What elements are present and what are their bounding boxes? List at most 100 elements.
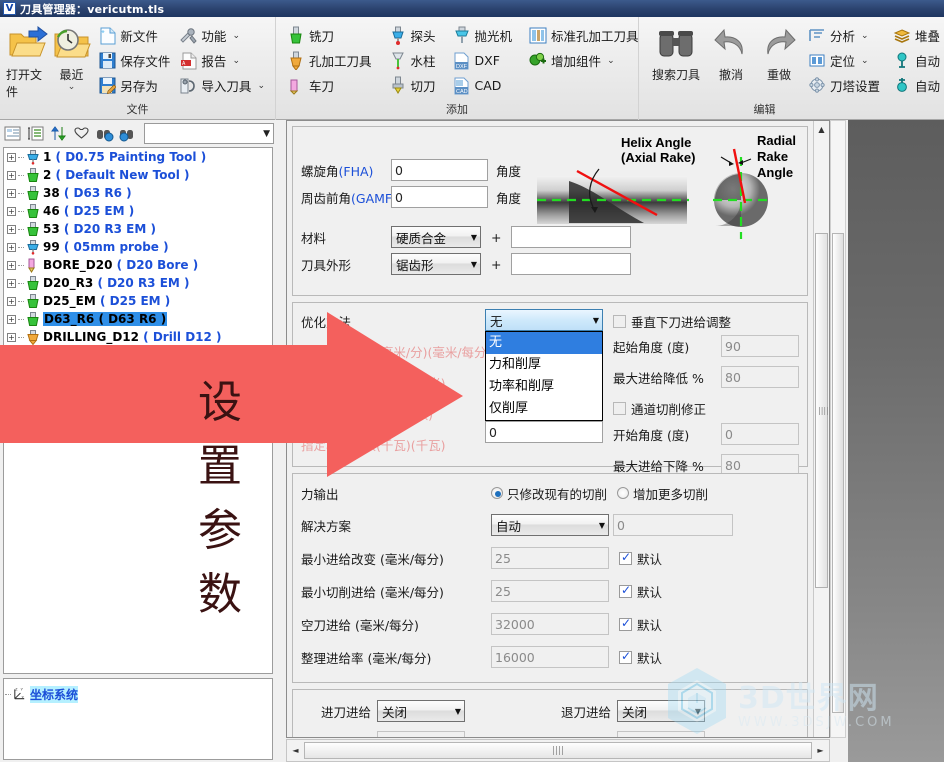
chevron-down-icon[interactable]: ▼ [263,129,270,139]
detail-view-icon[interactable] [25,123,46,144]
radio-modify-existing-row[interactable]: 只修改现有的切削 [491,484,607,503]
tree-item-bore-d20[interactable]: + BORE_D20 ( D20 Bore ) [4,256,272,274]
output-row-default-row[interactable]: 默认 [619,615,662,634]
output-row-input[interactable] [491,580,609,602]
auto-1-button[interactable]: 自动 [888,48,944,73]
open-file-button[interactable]: 打开文件 [6,21,50,101]
chevron-down-icon[interactable]: ▼ [593,316,599,325]
entry-feed-combo[interactable]: 关闭 ▼ [377,700,465,722]
chevron-down-icon[interactable]: ▼ [471,233,477,242]
exit-feed-combo[interactable]: 关闭 ▼ [617,700,705,722]
scroll-up-arrow[interactable]: ▲ [814,121,829,137]
save-as-button[interactable]: 另存为 [93,73,174,98]
radio-modify-existing[interactable] [491,487,503,499]
add-cad-button[interactable]: CAD CAD [448,73,517,98]
tree-expander[interactable]: + [7,188,16,198]
power-limit-input[interactable] [485,421,603,443]
tree-item-53[interactable]: +53 ( D20 R3 EM ) [4,220,272,238]
sort-updown-icon[interactable] [48,123,69,144]
radio-add-more-row[interactable]: 增加更多切削 [617,484,708,503]
add-component-button[interactable]: 增加组件 ⌄ [524,48,643,73]
coordinate-system-panel[interactable]: Z Y X 坐标系统 [3,678,273,760]
channel-cut-correct-checkbox-row[interactable]: 通道切削修正 [613,395,799,421]
add-hole-tool-button[interactable]: 孔加工刀具 [282,48,376,73]
start-angle-input[interactable] [721,335,799,357]
output-row-input[interactable] [491,547,609,569]
chevron-down-icon[interactable]: ▼ [599,521,605,530]
list-view-icon[interactable] [2,123,23,144]
find-next-icon[interactable] [94,123,115,144]
exit-safe-distance-input[interactable] [617,731,705,737]
panel-vertical-scrollbar[interactable] [830,120,846,738]
report-button[interactable]: A 报告 ⌄ [174,48,269,73]
chevron-down-icon[interactable]: ⌄ [861,31,869,41]
add-probe-button[interactable]: 探头 [384,23,440,48]
optimization-method-option-0[interactable]: 无 [486,332,602,354]
horizontal-scroll-track[interactable]: |||| [304,742,812,759]
functions-button[interactable]: 功能 ⌄ [174,23,269,48]
helix-angle-input[interactable] [391,159,488,181]
panel-horizontal-scrollbar[interactable]: ◄ |||| ► [286,739,830,762]
tree-expander[interactable]: + [7,296,16,306]
output-row-default-checkbox[interactable] [619,616,632,631]
output-row-default-row[interactable]: 默认 [619,648,662,667]
optimization-method-dropdown[interactable]: 无力和削厚 功率和削厚 仅削厚 [485,331,603,421]
tree-item-drilling-d5[interactable]: + DRILLING_D5 ( D5 Drill ) [4,364,272,382]
optimization-method-option-2[interactable]: 功率和削厚 [486,376,602,398]
tree-item-d25-em[interactable]: + D25_EM ( D25 EM ) [4,292,272,310]
plunge-feed-adjust-checkbox-row[interactable]: 垂直下刀进给调整 [613,309,799,333]
recent-button[interactable]: 最近 ⌄ [50,21,94,101]
form-vertical-scrollbar[interactable]: ▲ |||| [813,121,829,737]
tree-item-38[interactable]: +38 ( D63 R6 ) [4,184,272,202]
scroll-left-arrow[interactable]: ◄ [287,746,304,755]
add-standard-hole-tool-button[interactable]: 标准孔加工刀具 [524,23,643,48]
save-file-button[interactable]: 保存文件 [93,48,174,73]
new-file-button[interactable]: 新文件 [93,23,174,48]
output-row-default-checkbox[interactable] [619,583,632,598]
output-row-default-checkbox[interactable] [619,649,632,664]
analyze-button[interactable]: 分析 ⌄ [803,23,884,48]
tool-shape-extra-input[interactable] [511,253,632,275]
tree-filter-combo[interactable]: ▼ [144,123,274,144]
tree-expander[interactable]: + [7,368,16,378]
channel-cut-correct-checkbox[interactable] [613,401,626,415]
add-waterjet-button[interactable]: 水柱 [384,48,440,73]
chevron-down-icon[interactable]: ⌄ [232,31,240,41]
turret-settings-button[interactable]: 刀塔设置 [803,73,884,98]
find-tool-icon[interactable] [117,123,138,144]
panel-splitter[interactable] [276,120,286,762]
coordinate-system-row[interactable]: Z Y X 坐标系统 [4,685,272,703]
chevron-down-icon[interactable]: ⌄ [861,56,869,66]
chevron-down-icon[interactable]: ▼ [455,707,461,716]
chevron-down-icon[interactable]: ⌄ [68,83,76,92]
tree-item-46[interactable]: +46 ( D25 EM ) [4,202,272,220]
output-row-input[interactable] [491,613,609,635]
optimization-method-option-1[interactable]: 力和削厚 [486,354,602,376]
optimization-method-combo[interactable]: 无 ▼ [485,309,603,331]
tree-item-2[interactable]: +2 ( Default New Tool ) [4,166,272,184]
radio-add-more[interactable] [617,487,630,499]
import-tool-button[interactable]: 导入刀具 ⌄ [174,73,269,98]
tree-expander[interactable]: + [7,314,16,324]
chevron-down-icon[interactable]: ▼ [471,260,477,269]
tree-item-d20-r3[interactable]: + D20_R3 ( D20 R3 EM ) [4,274,272,292]
tree-expander[interactable]: + [7,152,16,162]
tree-expander[interactable]: + [7,224,16,234]
scroll-right-arrow[interactable]: ► [812,746,829,755]
add-dxf-button[interactable]: DXF DXF [448,48,517,73]
tool-tree[interactable]: +1 ( D0.75 Painting Tool ) +2 ( Default N… [3,147,273,674]
chevron-down-icon[interactable]: ⌄ [232,56,240,66]
begin-angle-input[interactable] [721,423,799,445]
plunge-feed-adjust-checkbox[interactable] [613,314,626,328]
tree-expander[interactable]: + [7,170,16,180]
horizontal-scroll-thumb[interactable]: |||| [304,742,812,759]
chevron-down-icon[interactable]: ⌄ [257,81,265,91]
add-polisher-button[interactable]: 抛光机 [448,23,517,48]
tool-shape-combo[interactable]: 锯齿形 ▼ [391,253,481,275]
tree-item-drilling-d12[interactable]: + DRILLING_D12 ( Drill D12 ) [4,328,272,346]
tree-expander[interactable]: + [7,278,16,288]
gamf-angle-input[interactable] [391,186,488,208]
material-combo[interactable]: 硬质合金 ▼ [391,226,481,248]
auto-2-button[interactable]: 自动 [888,73,944,98]
output-row-default-row[interactable]: 默认 [619,582,662,601]
